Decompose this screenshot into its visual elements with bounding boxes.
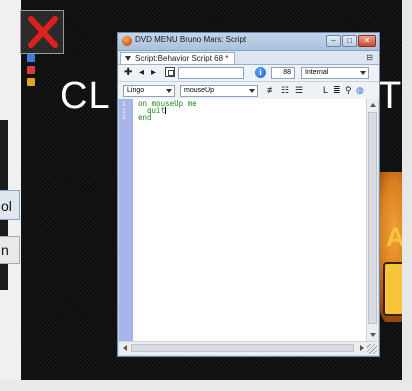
chevron-down-icon xyxy=(166,89,172,93)
script-window: DVD MENU Bruno Mars: Script – □ ✕ Script… xyxy=(117,32,380,357)
member-name-input[interactable] xyxy=(178,67,244,79)
scroll-up-icon[interactable] xyxy=(370,103,376,107)
app-icon xyxy=(122,36,132,46)
side-icons xyxy=(27,54,37,90)
scroll-left-icon[interactable] xyxy=(123,345,127,351)
window-title: DVD MENU Bruno Mars: Script xyxy=(135,35,247,44)
vertical-scrollbar[interactable] xyxy=(366,99,378,341)
maximize-button[interactable]: □ xyxy=(342,35,357,47)
script-toolbar: Lingo mouseUp ≢ ☷ ☰ L ≣ ⚲ ◍ xyxy=(118,82,379,100)
uncomment-icon[interactable]: ☷ xyxy=(281,85,289,95)
dropdown-triangle-icon[interactable] xyxy=(125,56,131,61)
stage-heading-right: T xyxy=(378,75,402,117)
linkage-icon[interactable]: L xyxy=(323,85,328,95)
line-numbers: 1 2 3 xyxy=(122,101,126,122)
horizontal-scrollbar[interactable] xyxy=(119,341,378,355)
app-shortcut-icon[interactable] xyxy=(27,66,35,74)
navigation-toolbar: ✚ ◂ ▸ i 88 Internal xyxy=(118,65,379,82)
scope-select-value: Internal xyxy=(305,69,329,76)
scroll-down-icon[interactable] xyxy=(370,333,376,337)
pin-icon[interactable]: ⊟ xyxy=(366,53,373,62)
window-controls: – □ ✕ xyxy=(326,35,376,47)
text-caret xyxy=(165,107,167,114)
globe-icon[interactable]: ◍ xyxy=(356,85,364,95)
search-icon[interactable]: ⚲ xyxy=(345,85,352,95)
line-number-gutter: 1 2 3 xyxy=(119,99,133,341)
horizontal-scroll-thumb[interactable] xyxy=(131,344,354,352)
app-shortcut-icon[interactable] xyxy=(27,78,35,86)
play-icon[interactable]: ▸ xyxy=(151,67,156,78)
tab-label: Script:Behavior Script 68 * xyxy=(135,54,229,63)
line-number: 3 xyxy=(122,114,126,121)
close-button[interactable]: ✕ xyxy=(358,35,376,47)
left-panel-field-a[interactable]: ol xyxy=(0,190,20,220)
language-select-value: Lingo xyxy=(127,87,145,94)
forward-icon[interactable]: ✚ xyxy=(124,67,132,78)
vertical-scroll-thumb[interactable] xyxy=(368,112,377,324)
title-bar[interactable]: DVD MENU Bruno Mars: Script – □ ✕ xyxy=(118,33,379,51)
back-icon[interactable]: ◂ xyxy=(139,67,144,78)
close-x-icon[interactable] xyxy=(20,10,64,54)
right-frame xyxy=(402,0,412,391)
minimize-button[interactable]: – xyxy=(326,35,341,47)
scope-select[interactable]: Internal xyxy=(301,67,369,79)
toggle-icon[interactable]: ☰ xyxy=(295,85,303,95)
app-shortcut-icon[interactable] xyxy=(27,54,35,62)
bottom-strip xyxy=(0,380,412,391)
info-icon[interactable]: i xyxy=(255,67,266,78)
handler-select[interactable]: mouseUp xyxy=(180,85,258,97)
handler-select-value: mouseUp xyxy=(184,87,214,94)
scroll-right-icon[interactable] xyxy=(360,345,364,351)
member-icon[interactable] xyxy=(165,67,175,77)
tab-bar: Script:Behavior Script 68 * ⊟ xyxy=(118,51,379,65)
comment-icon[interactable]: ≢ xyxy=(267,85,276,95)
chevron-down-icon xyxy=(249,89,255,93)
code-editor[interactable]: 1 2 3 on mouseUp me quit end xyxy=(119,99,378,341)
left-panel-field-b[interactable]: n xyxy=(0,236,20,264)
tab-script[interactable]: Script:Behavior Script 68 * xyxy=(120,52,236,64)
code-line: end xyxy=(138,113,152,122)
alphabetical-icon[interactable]: ≣ xyxy=(333,85,341,95)
chevron-down-icon xyxy=(360,71,366,75)
zoom-field[interactable]: 88 xyxy=(271,67,295,79)
stage-heading-left: CL xyxy=(60,75,111,117)
language-select[interactable]: Lingo xyxy=(123,85,175,97)
resize-grip-icon[interactable] xyxy=(367,344,377,354)
code-text[interactable]: on mouseUp me quit end xyxy=(138,100,197,122)
